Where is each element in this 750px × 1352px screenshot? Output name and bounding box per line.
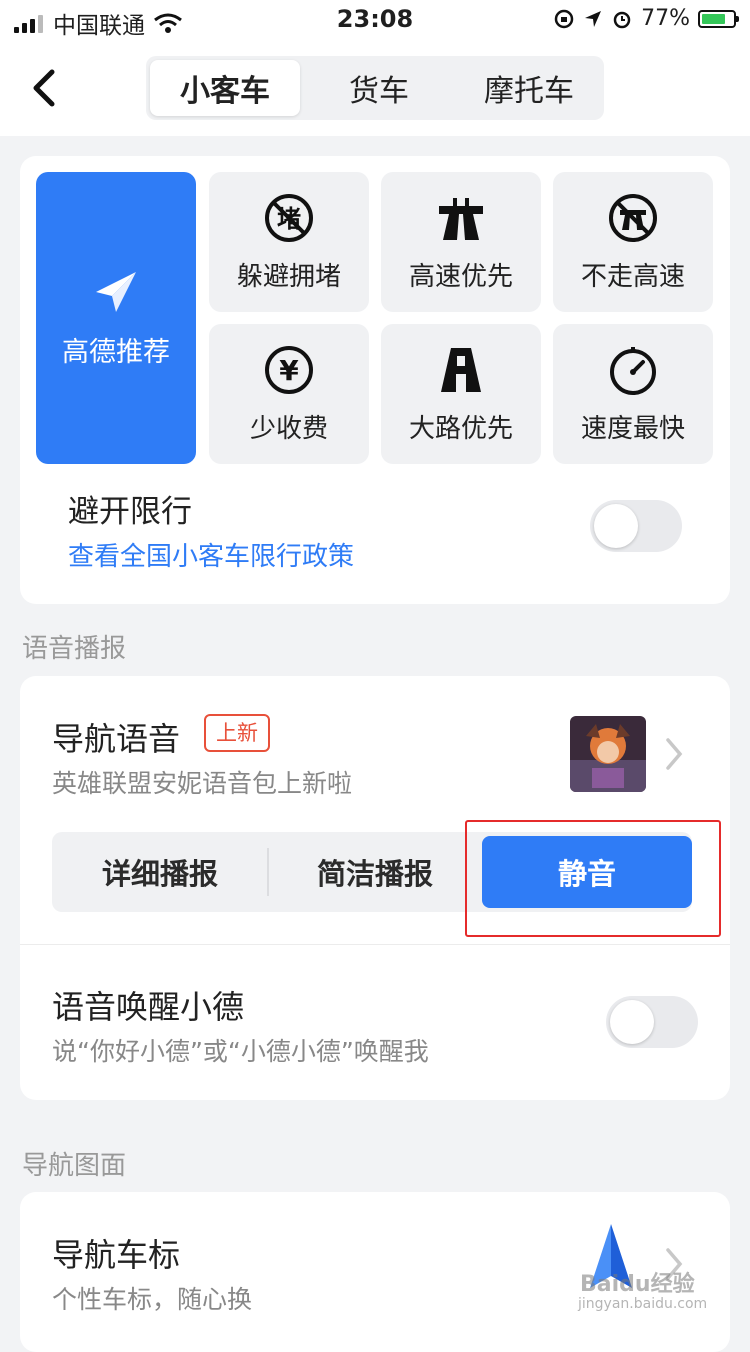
- voice-wake-subtitle: 说“你好小德”或“小德小德”唤醒我: [52, 1037, 429, 1066]
- voice-section-header: 语音播报: [22, 634, 127, 664]
- no-highway-label: 不走高速: [580, 261, 685, 292]
- concise-broadcast-button[interactable]: 简洁播报: [268, 832, 482, 912]
- speedometer-icon: [610, 346, 656, 395]
- battery-icon: [698, 9, 739, 28]
- tab-truck[interactable]: 货车: [304, 56, 454, 120]
- voice-pack-thumbnail[interactable]: [570, 716, 646, 792]
- avoid-restriction-title: 避开限行: [68, 494, 192, 530]
- alarm-icon: [613, 11, 631, 28]
- divider: [20, 944, 730, 945]
- main-road-label: 大路优先: [408, 413, 513, 444]
- highlight-box: [465, 820, 721, 937]
- status-right: 77%: [553, 6, 739, 31]
- paper-plane-icon: [96, 271, 136, 312]
- location-icon: [585, 10, 602, 27]
- avoid-restriction-toggle[interactable]: [590, 500, 682, 552]
- new-badge: 上新: [204, 714, 270, 752]
- rotation-lock-icon: [554, 9, 574, 28]
- status-bar: 中国联通 23:08 77%: [0, 0, 750, 40]
- car-icon-subtitle: 个性车标，随心换: [52, 1285, 253, 1314]
- tab-car[interactable]: 小客车: [150, 60, 300, 116]
- svg-text:¥: ¥: [279, 354, 299, 387]
- highway-first-label: 高速优先: [408, 261, 513, 292]
- recommended-route-button[interactable]: 高德推荐: [36, 172, 196, 464]
- car-icon-title: 导航车标: [52, 1236, 181, 1274]
- toggle-knob: [594, 504, 638, 548]
- chevron-right-icon[interactable]: [662, 734, 686, 774]
- yuan-icon: ¥: [265, 345, 313, 394]
- vehicle-tabs: 小客车 货车 摩托车: [146, 56, 604, 120]
- display-section-header: 导航图面: [22, 1151, 127, 1181]
- route-preference-card: 高德推荐 堵 躲避拥堵 高速优先 不走高速 ¥ 少收费: [20, 156, 730, 604]
- voice-wake-title: 语音唤醒小德: [52, 988, 245, 1026]
- watermark-brand: Baidu经验: [580, 1272, 695, 1297]
- avoid-congestion-label: 躲避拥堵: [236, 261, 341, 292]
- restriction-policy-link[interactable]: 查看全国小客车限行政策: [68, 536, 354, 573]
- watermark-url: jingyan.baidu.com: [578, 1296, 708, 1312]
- main-road-option[interactable]: 大路优先: [381, 324, 541, 464]
- toggle-knob: [610, 1000, 654, 1044]
- nav-bar: 小客车 货车 摩托车: [0, 40, 750, 136]
- highway-first-option[interactable]: 高速优先: [381, 172, 541, 312]
- no-highway-option[interactable]: 不走高速: [553, 172, 713, 312]
- less-toll-label: 少收费: [249, 413, 328, 444]
- recommended-route-label: 高德推荐: [62, 336, 170, 368]
- nav-voice-title: 导航语音: [52, 720, 181, 758]
- detailed-broadcast-button[interactable]: 详细播报: [52, 832, 268, 912]
- less-toll-option[interactable]: ¥ 少收费: [209, 324, 369, 464]
- tab-motorcycle[interactable]: 摩托车: [454, 56, 604, 120]
- battery-percent: 77%: [641, 6, 690, 31]
- avoid-congestion-option[interactable]: 堵 躲避拥堵: [209, 172, 369, 312]
- highway-icon: [439, 197, 483, 240]
- congestion-icon: 堵: [265, 193, 313, 242]
- voice-wake-toggle[interactable]: [606, 996, 698, 1048]
- fastest-label: 速度最快: [580, 413, 685, 444]
- back-arrow-icon[interactable]: [28, 66, 68, 110]
- nav-voice-subtitle: 英雄联盟安妮语音包上新啦: [52, 769, 353, 798]
- main-road-icon: [441, 347, 481, 392]
- fastest-option[interactable]: 速度最快: [553, 324, 713, 464]
- no-highway-icon: [609, 193, 657, 242]
